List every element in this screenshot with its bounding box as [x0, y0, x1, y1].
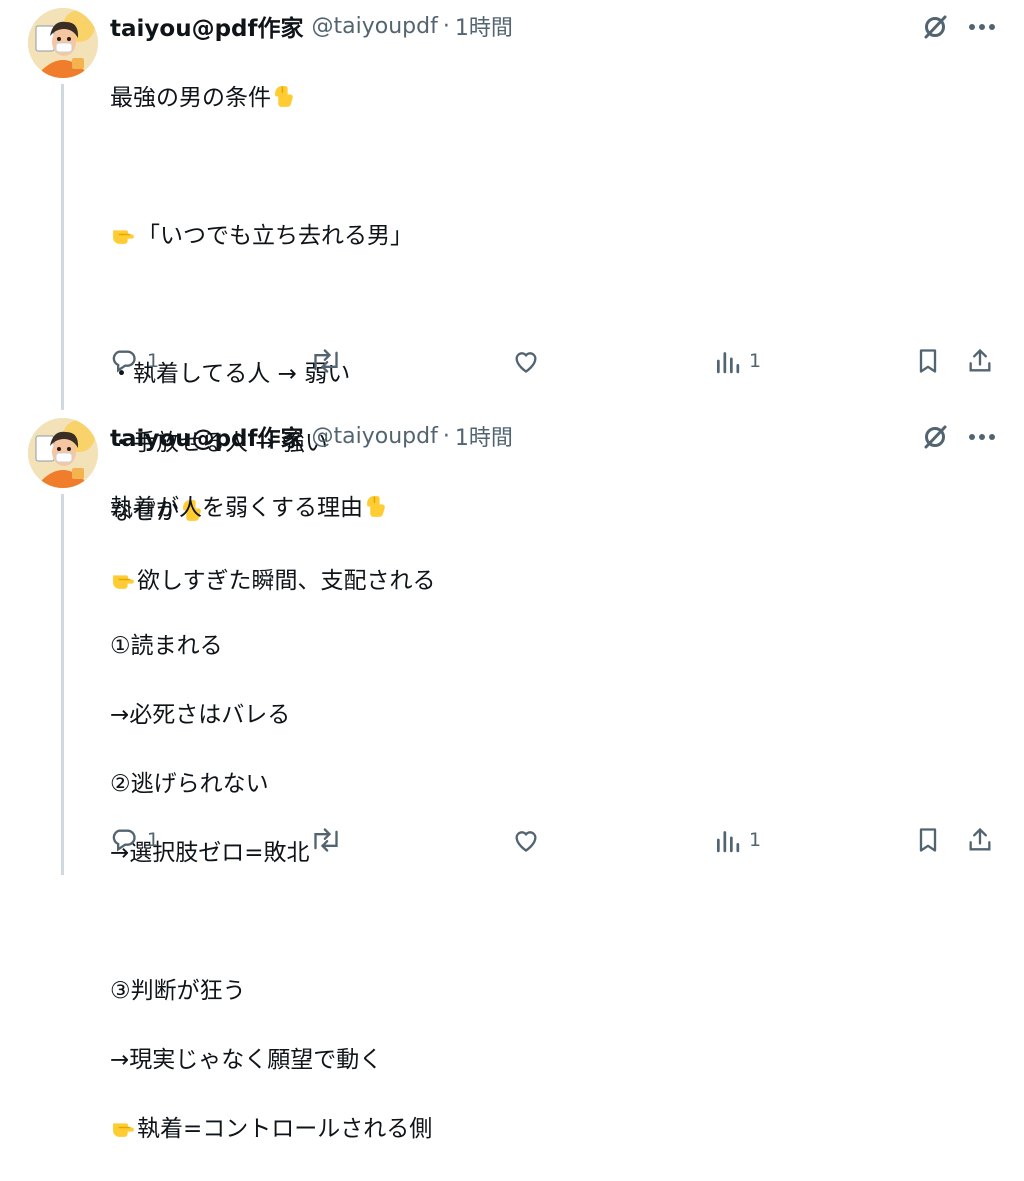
- bookmark-icon: [919, 828, 937, 852]
- views-count: 1: [749, 350, 762, 372]
- like-icon: [515, 352, 537, 373]
- hand-right-emoji: [111, 222, 136, 247]
- avatar[interactable]: [28, 418, 98, 488]
- like-button[interactable]: [511, 341, 541, 381]
- author-name[interactable]: taiyou@pdf作家: [110, 9, 304, 43]
- views-button[interactable]: 1: [714, 341, 761, 381]
- separator-dot: ·: [442, 13, 450, 39]
- more-icon[interactable]: [964, 420, 1000, 454]
- grok-icon[interactable]: [918, 10, 952, 44]
- views-button[interactable]: 1: [714, 820, 761, 860]
- share-button[interactable]: [965, 820, 995, 860]
- tweet-line: 執着が人を弱くする理由: [110, 494, 363, 521]
- author-handle[interactable]: @taiyoupdf: [312, 424, 438, 449]
- tweet-line: ③判断が狂う: [110, 977, 246, 1004]
- reply-button[interactable]: 1: [110, 820, 159, 860]
- tweet-line: 「いつでも立ち去れる男」: [137, 222, 413, 249]
- bookmark-button[interactable]: [914, 341, 942, 381]
- reply-button[interactable]: 1: [110, 341, 159, 381]
- tweet-line: 執着=コントロールされる側: [137, 1115, 433, 1142]
- retweet-button[interactable]: [309, 820, 343, 860]
- tweet-line: 最強の男の条件: [110, 84, 271, 111]
- share-icon: [969, 348, 991, 372]
- hand-down-emoji: [364, 494, 389, 519]
- views-icon: [716, 352, 740, 374]
- retweet-button[interactable]: [309, 341, 343, 381]
- tweet-1[interactable]: taiyou@pdf作家 @taiyoupdf · 1時間 最強の男の条件 「い…: [0, 0, 1024, 594]
- tweet-line: ②逃げられない: [110, 770, 269, 797]
- hand-down-emoji: [272, 84, 297, 109]
- action-bar: 1 1: [0, 341, 1024, 381]
- reply-count: 1: [147, 829, 160, 851]
- more-icon[interactable]: [964, 10, 1000, 44]
- thread-line: [61, 494, 64, 875]
- reply-icon: [112, 350, 136, 373]
- hand-right-emoji: [111, 1115, 136, 1140]
- bookmark-icon: [919, 349, 937, 373]
- share-button[interactable]: [965, 341, 995, 381]
- like-button[interactable]: [511, 820, 541, 860]
- tweet-2[interactable]: taiyou@pdf作家 @taiyoupdf · 1時間 執着が人を弱くする理…: [0, 410, 1024, 1142]
- separator-dot: ·: [442, 423, 450, 449]
- grok-icon[interactable]: [918, 420, 952, 454]
- retweet-icon: [314, 828, 338, 852]
- tweet-header: taiyou@pdf作家 @taiyoupdf · 1時間: [110, 418, 513, 454]
- tweet-header: taiyou@pdf作家 @taiyoupdf · 1時間: [110, 8, 513, 44]
- action-bar: 1 1: [0, 820, 1024, 860]
- author-handle[interactable]: @taiyoupdf: [312, 14, 438, 39]
- retweet-icon: [314, 349, 338, 373]
- share-icon: [969, 827, 991, 851]
- reply-icon: [112, 829, 136, 852]
- avatar[interactable]: [28, 8, 98, 78]
- author-name[interactable]: taiyou@pdf作家: [110, 419, 304, 453]
- tweet-line: ①読まれる: [110, 632, 223, 659]
- bookmark-button[interactable]: [914, 820, 942, 860]
- like-icon: [515, 831, 537, 852]
- reply-count: 1: [147, 350, 160, 372]
- views-icon: [716, 831, 740, 853]
- timestamp[interactable]: 1時間: [455, 420, 513, 452]
- tweet-text: 執着が人を弱くする理由 ①読まれる →必死さはバレる ②逃げられない →選択肢ゼ…: [110, 456, 990, 1181]
- tweet-line: →必死さはバレる: [110, 701, 291, 728]
- timestamp[interactable]: 1時間: [455, 10, 513, 42]
- tweet-line: →現実じゃなく願望で動く: [110, 1046, 383, 1073]
- views-count: 1: [749, 829, 762, 851]
